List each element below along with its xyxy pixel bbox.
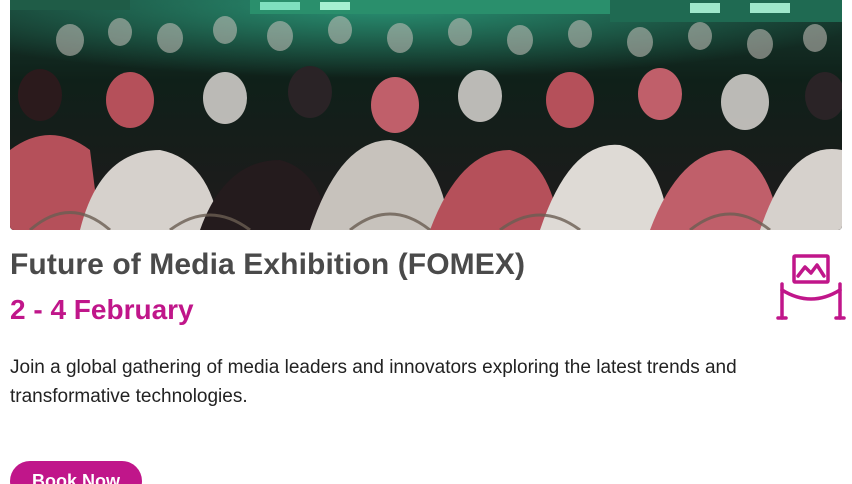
exhibition-icon: [776, 250, 846, 320]
event-hero-image: [10, 0, 842, 230]
event-date: 2 - 4 February: [10, 294, 194, 325]
book-now-button[interactable]: Book Now: [10, 461, 142, 484]
event-description: Join a global gathering of media leaders…: [10, 357, 737, 407]
event-title: Future of Media Exhibition (FOMEX): [10, 248, 526, 281]
event-card: Future of Media Exhibition (FOMEX) 2 - 4…: [0, 0, 852, 484]
audience-photo: [10, 0, 842, 230]
